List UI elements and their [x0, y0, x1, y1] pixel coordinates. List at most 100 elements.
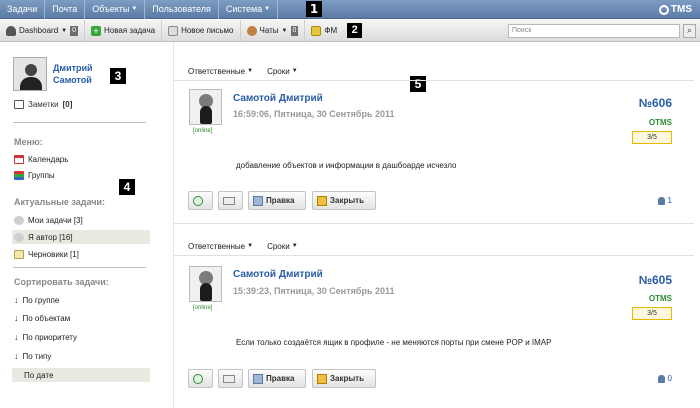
sort-by-group[interactable]: ↓ По группе — [14, 293, 59, 307]
avatar[interactable] — [189, 89, 222, 125]
reply-icon — [193, 195, 203, 206]
mail-icon — [223, 196, 235, 205]
sidebar-item-drafts[interactable]: Черновики [1] — [14, 247, 79, 261]
sort-by-objects[interactable]: ↓ По объектам — [14, 311, 70, 325]
task-users[interactable]: 0 — [657, 374, 672, 383]
task-project: OTMS — [648, 294, 672, 303]
user-first-name: Дмитрий — [53, 63, 93, 73]
mail-icon — [168, 25, 179, 36]
nav-objects-label: Объекты — [92, 3, 130, 14]
chat-users-icon — [246, 25, 257, 36]
notes-label: Заметки — [28, 100, 59, 109]
dashboard-button[interactable]: Dashboard ▼ 0 — [0, 19, 85, 42]
filter-responsible[interactable]: Ответственные ▼ — [188, 240, 253, 252]
chats-count-badge: 0 — [290, 25, 299, 36]
plus-icon: + — [91, 25, 101, 36]
chevron-down-icon: ▼ — [61, 27, 68, 34]
filter-responsible-label: Ответственные — [188, 241, 246, 251]
task-users[interactable]: 1 — [657, 196, 672, 205]
sort-label: По объектам — [22, 313, 71, 323]
nav-objects[interactable]: Объекты ▼ — [85, 0, 146, 19]
reply-button[interactable] — [188, 369, 213, 388]
close-button[interactable]: Закрыть — [312, 191, 376, 210]
task-filters: Ответственные ▼ Сроки ▼ — [188, 65, 298, 77]
filter-responsible[interactable]: Ответственные ▼ — [188, 65, 253, 77]
arrow-down-icon: ↓ — [14, 295, 19, 305]
task-author-link[interactable]: Самотой Дмитрий — [233, 93, 323, 104]
mail-button[interactable] — [218, 369, 243, 388]
notebook-icon — [14, 100, 24, 109]
task-number-link[interactable]: №605 — [639, 273, 672, 287]
arrow-down-icon: ↓ — [14, 332, 19, 342]
filter-responsible-label: Ответственные — [188, 66, 246, 76]
fm-label: ФМ — [324, 26, 338, 35]
logo-ring-icon — [658, 4, 669, 15]
avatar[interactable] — [13, 57, 47, 91]
fm-button[interactable]: ФМ — [305, 20, 343, 42]
task-text: Если только создаётся ящик в профиле - н… — [236, 338, 552, 347]
edit-button[interactable]: Правка — [248, 191, 306, 210]
user-card: Дмитрий Самотой — [13, 57, 93, 91]
online-status: [online] — [193, 128, 213, 134]
logo-text: TMS — [670, 4, 692, 15]
close-button[interactable]: Закрыть — [312, 369, 376, 388]
nav-system[interactable]: Система ▼ — [219, 0, 279, 19]
sort-label: По дате — [24, 370, 54, 380]
edit-label: Правка — [266, 196, 295, 205]
sidebar-item-my-tasks[interactable]: Мои задачи [3] — [14, 213, 83, 227]
user-icon — [657, 374, 665, 383]
chevron-down-icon: ▼ — [264, 5, 271, 12]
avatar[interactable] — [189, 266, 222, 302]
dashboard-icon — [6, 25, 16, 36]
chevron-down-icon: ▼ — [247, 68, 254, 74]
sidebar-item-label: Группы — [28, 170, 55, 180]
sidebar-item-label: Я автор [16] — [28, 232, 73, 242]
mail-button[interactable] — [218, 191, 243, 210]
new-mail-button[interactable]: Новое письмо — [162, 19, 241, 42]
task-date: 15:39:23, Пятница, 30 Сентябрь 2011 — [233, 286, 395, 296]
online-status: [online] — [193, 305, 213, 311]
toolbar: Dashboard ▼ 0 + Новая задача Новое письм… — [0, 19, 700, 42]
new-task-button[interactable]: + Новая задача — [85, 19, 163, 42]
task-users-count: 1 — [667, 196, 672, 205]
divider — [13, 122, 146, 123]
mail-icon — [223, 374, 235, 383]
sidebar-item-author[interactable]: Я автор [16] — [12, 230, 150, 244]
task-text: добавление объектов и информации в дашбо… — [236, 161, 457, 170]
sort-by-type[interactable]: ↓ По типу — [14, 349, 51, 363]
nav-mail[interactable]: Почта — [45, 0, 86, 19]
close-label: Закрыть — [330, 196, 365, 205]
sidebar-item-label: Черновики [1] — [28, 249, 79, 259]
task-number-link[interactable]: №606 — [639, 96, 672, 110]
user-name-link[interactable]: Дмитрий Самотой — [53, 62, 93, 86]
notes-link[interactable]: Заметки [0] — [14, 100, 72, 109]
callout-marker-3: 3 — [110, 68, 126, 84]
sort-by-date[interactable]: По дате — [12, 368, 150, 382]
notes-count: [0] — [62, 100, 73, 109]
new-task-label: Новая задача — [104, 26, 156, 35]
nav-users[interactable]: Пользователя — [145, 0, 219, 19]
search-input[interactable]: Поиск — [508, 24, 680, 38]
task-author-link[interactable]: Самотой Дмитрий — [233, 269, 323, 280]
search-icon[interactable]: ⌕ — [683, 24, 696, 38]
edit-button[interactable]: Правка — [248, 369, 306, 388]
nav-tasks[interactable]: Задачи — [0, 0, 46, 19]
sidebar-item-calendar[interactable]: Календарь — [14, 152, 68, 166]
chats-button[interactable]: Чаты ▼ 0 — [241, 19, 306, 42]
reply-button[interactable] — [188, 191, 213, 210]
filter-deadline[interactable]: Сроки ▼ — [267, 65, 298, 77]
divider — [174, 223, 694, 224]
chats-label: Чаты — [259, 26, 279, 35]
edit-icon — [253, 195, 263, 206]
top-navigation: Задачи Почта Объекты ▼ Пользователя Систе… — [0, 0, 700, 19]
edit-icon — [253, 373, 263, 384]
sidebar-item-groups[interactable]: Группы — [14, 168, 55, 182]
task-date: 16:59:06, Пятница, 30 Сентябрь 2011 — [233, 109, 395, 119]
chevron-down-icon: ▼ — [247, 243, 254, 249]
groups-icon — [14, 170, 24, 180]
filter-deadline-label: Сроки — [267, 66, 290, 76]
sort-by-priority[interactable]: ↓ По приоритету — [14, 330, 77, 344]
reply-icon — [193, 373, 203, 384]
callout-marker-4: 4 — [119, 179, 135, 195]
filter-deadline[interactable]: Сроки ▼ — [267, 240, 298, 252]
